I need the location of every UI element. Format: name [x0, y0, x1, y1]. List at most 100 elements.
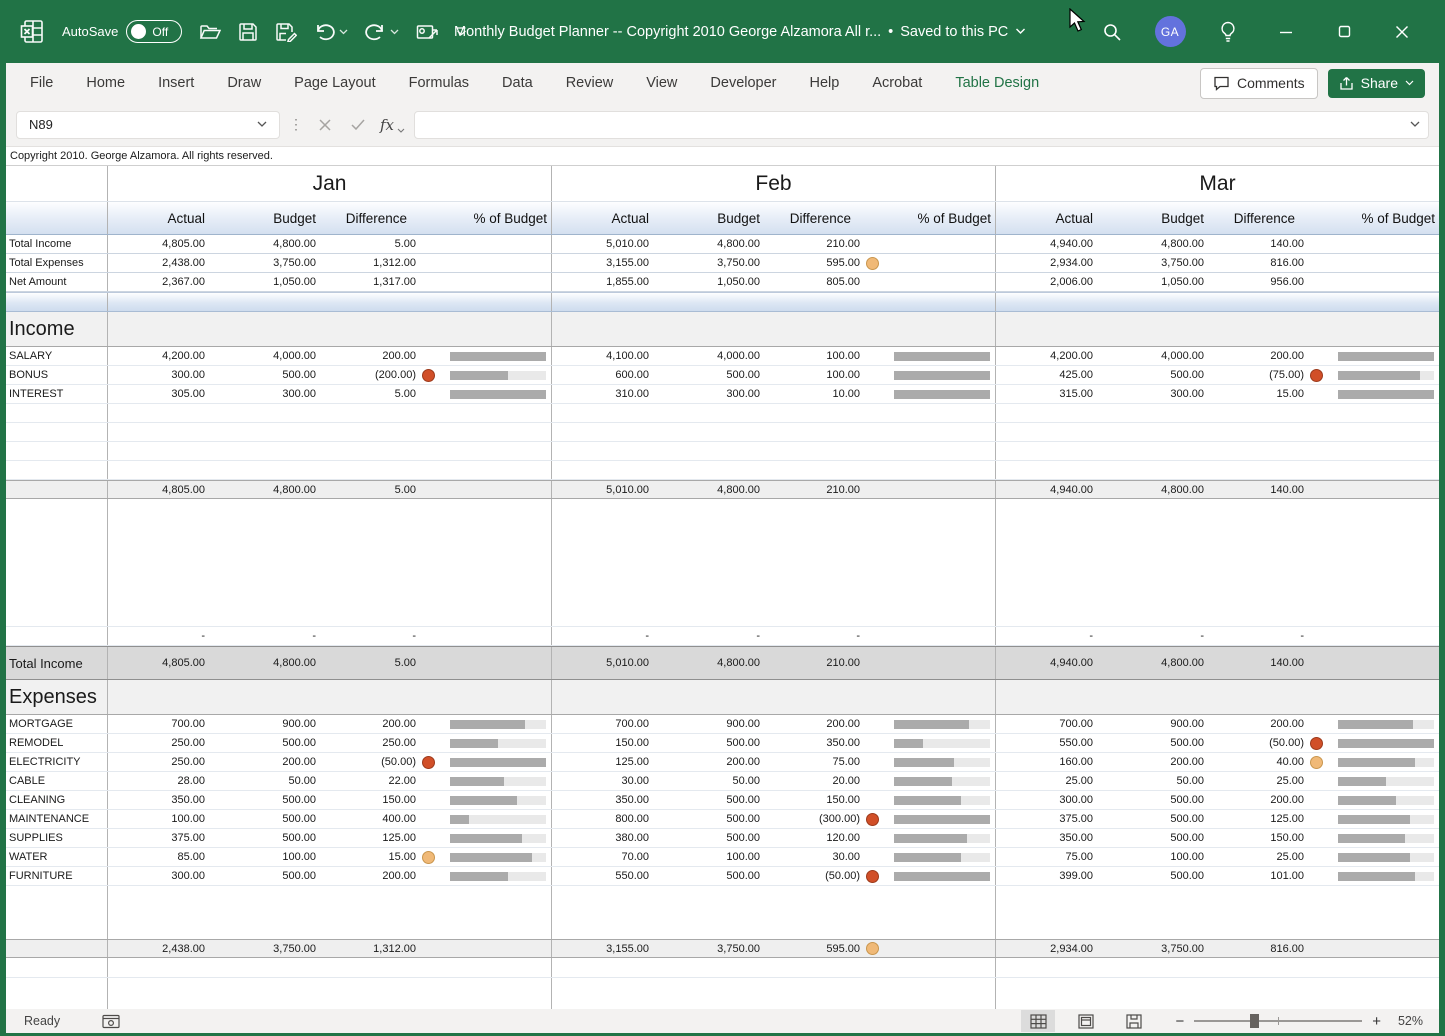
zoom-out-button[interactable]: −	[1175, 1013, 1184, 1030]
cell[interactable]: 75.00	[996, 848, 1106, 866]
normal-view-button[interactable]	[1021, 1010, 1055, 1032]
cell[interactable]: 50.00	[218, 772, 329, 790]
empty-cell[interactable]	[440, 404, 551, 422]
empty-cell[interactable]	[1106, 461, 1217, 479]
cell[interactable]: 500.00	[1106, 366, 1217, 384]
empty-cell[interactable]	[218, 312, 329, 346]
cell[interactable]: 150.00	[329, 791, 440, 809]
tab-developer[interactable]: Developer	[710, 75, 776, 91]
cell[interactable]	[1328, 791, 1439, 809]
empty-cell[interactable]	[329, 978, 440, 1009]
cell[interactable]: 500.00	[1106, 791, 1217, 809]
cell[interactable]: 3,750.00	[662, 940, 773, 957]
cell[interactable]	[440, 810, 551, 828]
cell[interactable]: (300.00)	[773, 810, 884, 828]
cell[interactable]	[440, 867, 551, 885]
cell[interactable]	[1328, 385, 1439, 403]
cell[interactable]: 200.00	[773, 715, 884, 733]
cell[interactable]: 40.00	[1217, 753, 1328, 771]
empty-cell[interactable]	[218, 423, 329, 441]
cell[interactable]	[1328, 829, 1439, 847]
cell[interactable]: 160.00	[996, 753, 1106, 771]
cell[interactable]: 399.00	[996, 867, 1106, 885]
empty-cell[interactable]	[662, 293, 773, 311]
chevron-down-icon[interactable]	[257, 121, 267, 128]
empty-cell[interactable]	[662, 680, 773, 714]
empty-cell[interactable]	[440, 886, 551, 939]
empty-cell[interactable]	[1217, 312, 1328, 346]
cell[interactable]: 3,750.00	[218, 940, 329, 957]
formula-input[interactable]	[414, 111, 1429, 139]
empty-cell[interactable]	[884, 423, 995, 441]
cell[interactable]: 300.00	[108, 867, 218, 885]
cell[interactable]: 210.00	[773, 647, 884, 679]
maximize-button[interactable]	[1315, 25, 1373, 38]
cell[interactable]: 5,010.00	[552, 481, 662, 498]
cell[interactable]: 500.00	[218, 829, 329, 847]
empty-cell[interactable]	[662, 978, 773, 1009]
empty-cell[interactable]	[773, 680, 884, 714]
cell[interactable]: 200.00	[1217, 715, 1328, 733]
cell[interactable]: (75.00)	[1217, 366, 1328, 384]
zoom-in-button[interactable]: +	[1372, 1013, 1381, 1030]
empty-cell[interactable]	[1217, 293, 1328, 311]
empty-cell[interactable]	[218, 404, 329, 422]
empty-cell[interactable]	[218, 499, 329, 626]
cell[interactable]: 900.00	[218, 715, 329, 733]
cell[interactable]	[440, 829, 551, 847]
empty-cell[interactable]	[884, 312, 995, 346]
cell[interactable]	[1328, 810, 1439, 828]
empty-cell[interactable]	[1328, 499, 1439, 626]
empty-cell[interactable]	[108, 423, 218, 441]
cell[interactable]: 350.00	[996, 829, 1106, 847]
cell[interactable]: 500.00	[1106, 829, 1217, 847]
cell[interactable]: 125.00	[1217, 810, 1328, 828]
save-icon[interactable]	[238, 22, 258, 42]
avatar[interactable]: GA	[1155, 16, 1186, 47]
cell[interactable]: 500.00	[662, 791, 773, 809]
cell[interactable]: 5,010.00	[552, 235, 662, 253]
cell[interactable]: 4,800.00	[1106, 481, 1217, 498]
empty-cell[interactable]	[884, 886, 995, 939]
cell[interactable]: 200.00	[1217, 347, 1328, 365]
cell[interactable]: 350.00	[552, 791, 662, 809]
cell[interactable]: 816.00	[1217, 940, 1328, 957]
cell[interactable]: 3,750.00	[218, 254, 329, 272]
empty-cell[interactable]	[662, 958, 773, 977]
cell[interactable]: 4,800.00	[218, 235, 329, 253]
cell[interactable]: 500.00	[662, 734, 773, 752]
empty-cell[interactable]	[773, 312, 884, 346]
cell[interactable]: -	[329, 627, 440, 645]
empty-cell[interactable]	[440, 680, 551, 714]
tab-draw[interactable]: Draw	[227, 75, 261, 91]
cell[interactable]: 1,855.00	[552, 273, 662, 291]
insert-function-button[interactable]: fx	[378, 116, 407, 134]
cell[interactable]	[440, 627, 551, 645]
empty-cell[interactable]	[1106, 886, 1217, 939]
empty-cell[interactable]	[440, 442, 551, 460]
cell[interactable]: 120.00	[773, 829, 884, 847]
cell[interactable]: 500.00	[662, 366, 773, 384]
cell[interactable]: 4,940.00	[996, 481, 1106, 498]
cell[interactable]: 20.00	[773, 772, 884, 790]
empty-cell[interactable]	[662, 499, 773, 626]
empty-cell[interactable]	[1217, 680, 1328, 714]
cell[interactable]: 375.00	[996, 810, 1106, 828]
cell[interactable]	[884, 273, 995, 291]
cell[interactable]: 70.00	[552, 848, 662, 866]
excel-app-icon[interactable]	[20, 19, 45, 44]
cell[interactable]: 500.00	[218, 810, 329, 828]
zoom-slider-thumb[interactable]	[1250, 1014, 1259, 1028]
cell[interactable]	[884, 848, 995, 866]
cell[interactable]: 4,000.00	[1106, 347, 1217, 365]
cell[interactable]: 300.00	[218, 385, 329, 403]
empty-cell[interactable]	[440, 958, 551, 977]
empty-cell[interactable]	[218, 680, 329, 714]
cell[interactable]: 1,050.00	[218, 273, 329, 291]
empty-cell[interactable]	[1328, 423, 1439, 441]
cell[interactable]	[884, 810, 995, 828]
empty-cell[interactable]	[1217, 423, 1328, 441]
autosave-toggle[interactable]: Off	[126, 20, 182, 43]
empty-cell[interactable]	[884, 958, 995, 977]
empty-cell[interactable]	[108, 312, 218, 346]
